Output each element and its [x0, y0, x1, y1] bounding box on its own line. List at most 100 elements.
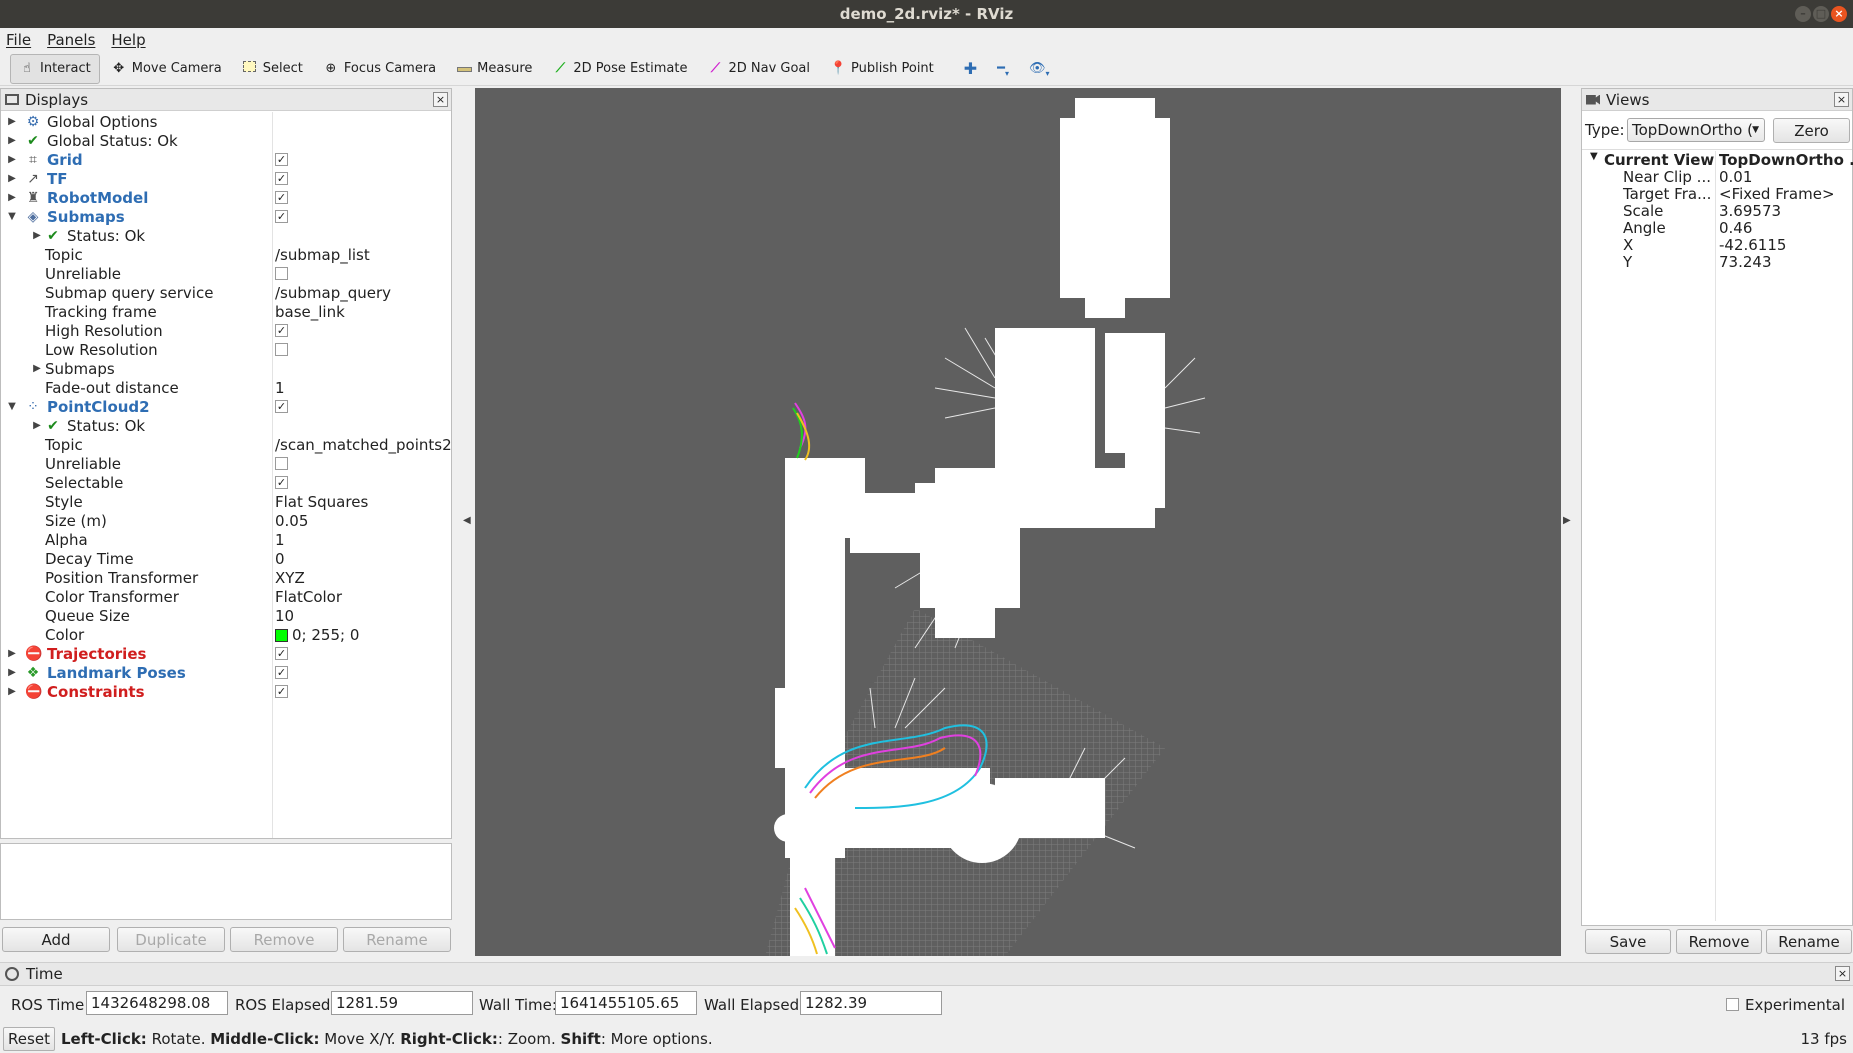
duplicate-display-button[interactable]: Duplicate: [117, 927, 225, 952]
collapse-left-icon[interactable]: ◀: [463, 515, 471, 526]
collapse-arrow-icon[interactable]: ▶: [32, 420, 42, 431]
display-value[interactable]: /submap_query: [275, 284, 391, 302]
add-tool-button[interactable]: ✚: [955, 54, 986, 84]
display-checkbox[interactable]: ✓: [275, 685, 288, 698]
collapse-arrow-icon[interactable]: ▶: [32, 363, 42, 374]
display-row[interactable]: Unreliable: [1, 454, 451, 473]
collapse-arrow-icon[interactable]: ▶: [7, 135, 17, 146]
reset-button[interactable]: Reset: [3, 1027, 55, 1051]
display-value[interactable]: /submap_list: [275, 246, 370, 264]
menu-help[interactable]: Help: [111, 31, 145, 49]
view-prop-value[interactable]: <Fixed Frame>: [1719, 185, 1835, 203]
remove-view-button[interactable]: Remove: [1676, 929, 1762, 954]
tool-select[interactable]: Select: [233, 54, 312, 84]
display-row[interactable]: ▶ ⛔ Constraints ✓: [1, 682, 451, 701]
collapse-arrow-icon[interactable]: ▶: [7, 648, 17, 659]
expand-arrow-icon[interactable]: ▼: [7, 211, 17, 222]
view-prop-value[interactable]: 3.69573: [1719, 202, 1781, 220]
display-value[interactable]: 1: [275, 531, 285, 549]
display-row[interactable]: Submap query service/submap_query: [1, 283, 451, 302]
display-row[interactable]: Low Resolution: [1, 340, 451, 359]
display-row[interactable]: ▶ ♜ RobotModel ✓: [1, 188, 451, 207]
display-checkbox[interactable]: [275, 267, 288, 280]
remove-display-button[interactable]: Remove: [230, 927, 338, 952]
menu-file[interactable]: File: [6, 31, 31, 49]
display-row[interactable]: Topic/scan_matched_points2: [1, 435, 452, 454]
zero-button[interactable]: Zero: [1773, 118, 1850, 143]
display-row[interactable]: Size (m) 0.05: [1, 511, 451, 530]
display-value[interactable]: Flat Squares: [275, 493, 368, 511]
minimize-icon[interactable]: –: [1795, 6, 1811, 22]
display-row[interactable]: ▶ ✔ Status: Ok: [1, 416, 451, 435]
display-row[interactable]: Color Transformer FlatColor: [1, 587, 451, 606]
display-row[interactable]: Decay Time 0: [1, 549, 451, 568]
color-swatch[interactable]: [275, 628, 288, 642]
close-panel-icon[interactable]: ×: [1835, 966, 1850, 981]
rename-display-button[interactable]: Rename: [343, 927, 451, 952]
close-icon[interactable]: ×: [1831, 6, 1847, 22]
tool-move-camera[interactable]: ✥ Move Camera: [102, 54, 231, 84]
display-value[interactable]: 10: [275, 607, 294, 625]
collapse-arrow-icon[interactable]: ▶: [7, 154, 17, 165]
display-row[interactable]: ▶ Submaps: [1, 359, 451, 378]
display-checkbox[interactable]: ✓: [275, 172, 288, 185]
tool-measure[interactable]: Measure: [447, 54, 541, 84]
display-row[interactable]: Fade-out distance 1: [1, 378, 451, 397]
display-row[interactable]: Topic/submap_list: [1, 245, 451, 264]
display-row[interactable]: ▶ ⌗ Grid ✓: [1, 150, 451, 169]
tool-2d-pose-estimate[interactable]: ⟋ 2D Pose Estimate: [543, 54, 696, 84]
collapse-arrow-icon[interactable]: ▶: [7, 686, 17, 697]
view-prop-value[interactable]: 0.01: [1719, 168, 1752, 186]
display-row[interactable]: Style Flat Squares: [1, 492, 451, 511]
display-row[interactable]: Selectable ✓: [1, 473, 451, 492]
display-row[interactable]: Tracking frame base_link: [1, 302, 451, 321]
close-panel-icon[interactable]: ×: [1834, 92, 1849, 107]
display-checkbox[interactable]: ✓: [275, 476, 288, 489]
tool-properties-button[interactable]: 👁 ▾: [1020, 54, 1059, 84]
display-row[interactable]: ▼ ⁘ PointCloud2 ✓: [1, 397, 451, 416]
tool-2d-nav-goal[interactable]: ⟋ 2D Nav Goal: [698, 54, 819, 84]
ros-time-field[interactable]: 1432648298.08: [86, 991, 228, 1015]
display-checkbox[interactable]: ✓: [275, 210, 288, 223]
display-checkbox[interactable]: ✓: [275, 153, 288, 166]
remove-tool-button[interactable]: ━ ▾: [988, 54, 1018, 84]
display-checkbox[interactable]: ✓: [275, 647, 288, 660]
display-row[interactable]: Alpha 1: [1, 530, 451, 549]
display-value[interactable]: FlatColor: [275, 588, 342, 606]
close-panel-icon[interactable]: ×: [433, 92, 448, 107]
display-row[interactable]: Position Transformer XYZ: [1, 568, 451, 587]
display-row[interactable]: Queue Size 10: [1, 606, 451, 625]
display-value[interactable]: 0: [275, 550, 285, 568]
display-value[interactable]: base_link: [275, 303, 345, 321]
menu-panels[interactable]: Panels: [47, 31, 95, 49]
collapse-arrow-icon[interactable]: ▶: [7, 116, 17, 127]
display-row[interactable]: ▶ ⛔ Trajectories ✓: [1, 644, 451, 663]
display-checkbox[interactable]: ✓: [275, 191, 288, 204]
display-row[interactable]: ▶ ✔ Status: Ok: [1, 226, 451, 245]
expand-arrow-icon[interactable]: ▼: [1590, 151, 1598, 162]
display-value[interactable]: /scan_matched_points2: [275, 436, 452, 454]
display-row[interactable]: ▶ ⚙ Global Options: [1, 112, 451, 131]
display-row[interactable]: Unreliable: [1, 264, 451, 283]
view-prop-value[interactable]: 0.46: [1719, 219, 1752, 237]
display-row[interactable]: ▼ ◈ Submaps ✓: [1, 207, 451, 226]
display-value[interactable]: 0; 255; 0: [275, 626, 359, 644]
collapse-right-icon[interactable]: ▶: [1563, 515, 1571, 526]
render-viewport[interactable]: [475, 88, 1561, 956]
wall-elapsed-field[interactable]: 1282.39: [800, 991, 942, 1015]
tool-focus-camera[interactable]: ⊕ Focus Camera: [314, 54, 445, 84]
expand-arrow-icon[interactable]: ▼: [7, 401, 17, 412]
collapse-arrow-icon[interactable]: ▶: [7, 192, 17, 203]
view-type-select[interactable]: TopDownOrtho ( ▼: [1627, 118, 1765, 142]
display-checkbox[interactable]: ✓: [275, 666, 288, 679]
save-view-button[interactable]: Save: [1585, 929, 1671, 954]
tool-publish-point[interactable]: 📍 Publish Point: [821, 54, 943, 84]
view-prop-value[interactable]: 73.243: [1719, 253, 1772, 271]
collapse-arrow-icon[interactable]: ▶: [7, 667, 17, 678]
tool-interact[interactable]: ☝ Interact: [10, 53, 100, 84]
collapse-arrow-icon[interactable]: ▶: [7, 173, 17, 184]
display-row[interactable]: ▶ ✔ Global Status: Ok: [1, 131, 451, 150]
display-checkbox[interactable]: ✓: [275, 400, 288, 413]
add-display-button[interactable]: Add: [2, 927, 110, 952]
display-row[interactable]: Color 0; 255; 0: [1, 625, 451, 644]
